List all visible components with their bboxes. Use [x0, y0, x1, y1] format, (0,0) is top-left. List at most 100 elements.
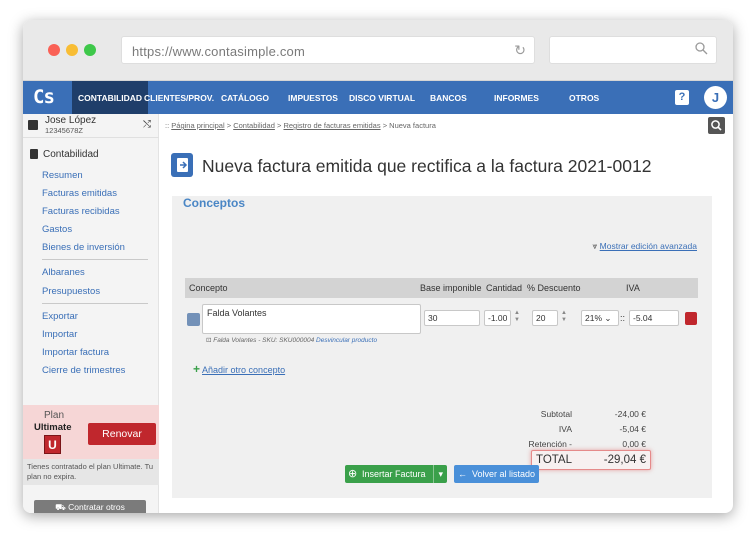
divider — [42, 259, 148, 260]
browser-toolbar: https://www.contasimple.com ↻ — [23, 20, 733, 81]
dropdown-caret-icon[interactable]: ▾ — [433, 465, 443, 483]
sku-info: ⊡ Falda Volantes - SKU: SKU000004 Desvin… — [206, 336, 377, 344]
breadcrumb-sep: :: — [165, 121, 170, 130]
breadcrumb-home[interactable]: Página principal — [171, 121, 224, 130]
trash-icon[interactable] — [685, 312, 697, 325]
user-name: Jose López — [45, 115, 97, 126]
breadcrumb-current: Nueva factura — [389, 121, 436, 130]
contasimple-logo[interactable]: Cs — [33, 86, 55, 108]
sidebar-item-gastos[interactable]: Gastos — [42, 224, 72, 235]
search-button[interactable] — [708, 117, 725, 134]
nav-disco-virtual[interactable]: DISCO VIRTUAL — [349, 93, 415, 103]
back-to-list-button[interactable]: ← Volver al listado — [454, 465, 539, 483]
insert-invoice-button[interactable]: ⊕ Insertar Factura ▾ — [345, 465, 447, 483]
breadcrumb-contabilidad[interactable]: Contabilidad — [233, 121, 275, 130]
breadcrumb: :: Página principal > Contabilidad > Reg… — [165, 121, 436, 130]
main-nav: Cs CONTABILIDAD CLIENTES/PROV. CATÁLOGO … — [23, 81, 733, 114]
add-concept-label: Añadir otro concepto — [202, 365, 286, 375]
sidebar-item-presupuestos[interactable]: Presupuestos — [42, 286, 100, 297]
plus-icon: + — [193, 362, 201, 376]
sidebar: Jose López 12345678Z ⤭ Contabilidad Resu… — [23, 114, 159, 513]
search-icon — [711, 120, 722, 131]
plan-badge-icon: U — [44, 435, 61, 454]
iva-label: IVA — [558, 424, 572, 434]
subtotal-value: -24,00 € — [614, 409, 646, 419]
avatar[interactable]: J — [704, 86, 727, 109]
sidebar-item-exportar[interactable]: Exportar — [42, 311, 78, 322]
help-icon[interactable]: ? — [675, 90, 689, 105]
advanced-edit-label: Mostrar edición avanzada — [599, 241, 697, 251]
breadcrumb-registro[interactable]: Registro de facturas emitidas — [283, 121, 380, 130]
sidebar-section-title: Contabilidad — [43, 149, 99, 160]
plus-circle-icon: ⊕ — [348, 468, 358, 480]
plan-name: Ultimate — [34, 422, 72, 433]
nav-catalogo[interactable]: CATÁLOGO — [221, 93, 269, 103]
sidebar-item-bienes[interactable]: Bienes de inversión — [42, 242, 125, 253]
discount-stepper[interactable]: ▲ ▼ — [560, 310, 568, 326]
page-title: Nueva factura emitida que rectifica a la… — [202, 156, 652, 176]
minimize-window-button[interactable] — [66, 44, 78, 56]
sidebar-item-albaranes[interactable]: Albaranes — [42, 267, 85, 278]
iva-rate-value: 21% — [585, 313, 603, 323]
reload-icon[interactable]: ↻ — [514, 42, 526, 59]
retention-label: Retención - — [528, 439, 572, 449]
close-window-button[interactable] — [48, 44, 60, 56]
subtotal-label: Subtotal — [540, 409, 572, 419]
nav-bancos[interactable]: BANCOS — [430, 93, 467, 103]
col-iva: IVA — [626, 283, 640, 293]
col-concepto: Concepto — [189, 283, 228, 293]
nav-informes[interactable]: INFORMES — [494, 93, 539, 103]
cart-icon: ⛟ — [55, 502, 69, 512]
concept-input[interactable]: Falda Volantes — [202, 304, 421, 334]
sidebar-item-importar-factura[interactable]: Importar factura — [42, 347, 109, 358]
unlink-product-link[interactable]: Desvincular producto — [316, 337, 377, 344]
chevrons-down-icon: ⩔ — [592, 241, 600, 251]
iva-rate-select[interactable]: 21% ⌄ — [581, 310, 619, 326]
sidebar-item-importar[interactable]: Importar — [42, 329, 77, 340]
sidebar-item-resumen[interactable]: Resumen — [42, 170, 83, 181]
maximize-window-button[interactable] — [84, 44, 96, 56]
total-box: TOTAL -29,04 € — [531, 450, 651, 470]
insert-invoice-label: Insertar Factura — [362, 469, 426, 479]
contract-others-button[interactable]: ⛟ Contratar otros — [34, 500, 146, 513]
search-icon — [695, 42, 708, 55]
switch-user-icon[interactable]: ⤭ — [143, 119, 151, 130]
plan-label: Plan — [44, 410, 65, 421]
sidebar-item-facturas-recibidas[interactable]: Facturas recibidas — [42, 206, 120, 217]
iva-separator: :: — [620, 313, 626, 323]
total-label: TOTAL — [536, 454, 572, 466]
plan-box: Plan Ultimate U Renovar — [23, 405, 159, 459]
advanced-edit-link[interactable]: ⩔ Mostrar edición avanzada — [593, 241, 698, 252]
sidebar-item-cierre[interactable]: Cierre de trimestres — [42, 365, 125, 376]
address-bar[interactable]: https://www.contasimple.com ↻ — [121, 36, 535, 64]
invoice-icon — [171, 153, 193, 177]
nav-clientes[interactable]: CLIENTES/PROV. — [144, 93, 214, 103]
plan-note: Tienes contratado el plan Ultimate. Tu p… — [23, 459, 159, 485]
document-icon — [30, 149, 38, 159]
sku-text: Falda Volantes - SKU: SKU000004 — [213, 337, 315, 344]
add-concept-link[interactable]: + Añadir otro concepto — [193, 362, 285, 376]
back-label: Volver al listado — [472, 469, 536, 479]
nav-otros[interactable]: OTROS — [569, 93, 599, 103]
browser-search-input[interactable] — [549, 36, 717, 64]
iva-amount-input[interactable]: -5.04 — [629, 310, 679, 326]
quantity-stepper[interactable]: ▲ ▼ — [513, 310, 521, 326]
sidebar-item-facturas-emitidas[interactable]: Facturas emitidas — [42, 188, 117, 199]
user-info: Jose López 12345678Z ⤭ — [23, 114, 159, 138]
browser-window: https://www.contasimple.com ↻ Cs CONTABI… — [23, 20, 733, 513]
renew-button[interactable]: Renovar — [88, 423, 156, 445]
col-cantidad: Cantidad — [486, 283, 523, 293]
nav-contabilidad[interactable]: CONTABILIDAD — [72, 81, 149, 114]
nav-impuestos[interactable]: IMPUESTOS — [288, 93, 338, 103]
product-picker-icon[interactable] — [187, 313, 200, 326]
discount-input[interactable]: 20 — [532, 310, 558, 326]
contract-others-label: Contratar otros — [68, 502, 125, 512]
quantity-input[interactable]: -1.00 — [484, 310, 511, 326]
iva-value: -5,04 € — [619, 424, 646, 434]
user-id: 12345678Z — [45, 126, 83, 135]
url-text: https://www.contasimple.com — [132, 44, 306, 59]
total-value: -29,04 € — [603, 454, 646, 466]
divider — [42, 303, 148, 304]
base-input[interactable]: 30 — [424, 310, 480, 326]
table-header: Concepto Base imponible Cantidad % Descu… — [185, 278, 698, 298]
